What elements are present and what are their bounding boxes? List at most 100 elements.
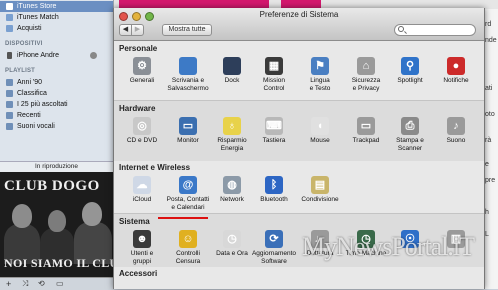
section-accessori: Accessori [114,266,484,289]
pref-pane-label: Aggiornamento Software [251,250,297,265]
eject-icon[interactable] [90,52,97,59]
pref-pane-keyboard[interactable]: ⌨ Tastiera [249,117,299,145]
sharing-folder-icon: ▤ [311,176,329,194]
add-playlist-icon[interactable]: + [6,278,11,290]
pref-pane-speaker[interactable]: ♪ Suono [431,117,481,145]
pref-pane-spotlight[interactable]: ⚲ Spotlight [385,57,435,85]
pref-pane-label: Tastiera [262,137,286,144]
pref-pane-label: Generali [129,77,155,84]
notifications-icon: ● [447,57,465,75]
pref-pane-label: Notifiche [443,77,469,84]
pref-pane-users[interactable]: ☻ Utenti e gruppi [117,230,167,265]
playlist-heading: PLAYLIST [5,68,36,74]
pref-pane-software-update[interactable]: ⟳ Aggiornamento Software [249,230,299,265]
album-title-line2: NOI SIAMO IL CLUB [4,256,113,270]
pref-pane-icloud[interactable]: ☁ iCloud [117,176,167,204]
pref-pane-label: Posta, Contatti e Calendari [166,196,210,211]
pref-pane-label: Condivisione [301,196,339,203]
mission-control-icon: ▦ [265,57,283,75]
sidebar-item-playlist[interactable]: Suoni vocali [0,121,113,132]
devices-heading: DISPOSITIVI [5,41,43,47]
flag-icon: ⚑ [311,57,329,75]
pref-pane-label: Sicurezza e Privacy [351,77,381,92]
section-hardware: Hardware ◎ CD e DVD ▭ Monitor ♁ Risparmio Ener… [114,100,484,161]
watermark: MyNewsPortal.iT [302,232,475,261]
search-input[interactable] [406,25,474,34]
pref-pane-label: Mission Control [262,77,286,92]
search-field[interactable] [394,24,476,36]
pref-pane-cd[interactable]: ◎ CD e DVD [117,117,167,145]
sidebar-item-playlist[interactable]: Recenti [0,110,113,121]
general-icon: ⚙ [133,57,151,75]
dock-icon [223,57,241,75]
users-icon: ☻ [133,230,151,248]
gear-playlist-icon [6,112,13,119]
pref-pane-bluetooth[interactable]: ᛒ Bluetooth [249,176,299,204]
pref-pane-label: Lingua e Testo [309,77,331,92]
pref-pane-label: Controlli Censura [175,250,201,265]
pref-pane-label: Scrivania e Salvaschermo [167,77,209,92]
gear-playlist-icon [6,101,13,108]
pref-pane-flag[interactable]: ⚑ Lingua e Testo [295,57,345,92]
show-all-button[interactable]: Mostra tutte [162,24,212,36]
section-title: Accessori [119,269,158,278]
parental-controls-icon: ☺ [179,230,197,248]
printer-icon: ⎙ [401,117,419,135]
itunes-sidebar-toolbar: + ⤨ ⟲ ▭ [0,277,113,290]
pref-pane-mission-control[interactable]: ▦ Mission Control [249,57,299,92]
repeat-icon[interactable]: ⟲ [38,278,45,290]
software-update-icon: ⟳ [265,230,283,248]
mouse-icon: ◖ [311,117,329,135]
sidebar-item-playlist[interactable]: Classifica [0,88,113,99]
section-title: Personale [119,44,158,53]
pref-pane-monitor[interactable]: ▭ Monitor [163,117,213,145]
pref-pane-printer[interactable]: ⎙ Stampa e Scanner [385,117,435,152]
network-globe-icon: ◍ [223,176,241,194]
pref-pane-general[interactable]: ⚙ Generali [117,57,167,85]
sidebar-item-playlist[interactable]: Anni '90 [0,77,113,88]
pref-pane-mouse[interactable]: ◖ Mouse [295,117,345,145]
cd-icon: ◎ [133,117,151,135]
sidebar-item-acquisti[interactable]: Acquisti [0,23,113,34]
album-title-line1: CLUB DOGO [4,178,100,194]
highlight-underline [158,217,208,219]
pref-pane-label: Suono [446,137,466,144]
pref-pane-house[interactable]: ⌂ Sicurezza e Privacy [341,57,391,92]
shuffle-icon[interactable]: ⤨ [22,278,28,290]
icloud-icon: ☁ [133,176,151,194]
spotlight-icon: ⚲ [401,57,419,75]
iphone-icon [7,52,12,59]
gear-playlist-icon [6,90,13,97]
bluetooth-icon: ᛒ [265,176,283,194]
pref-pane-trackpad[interactable]: ▭ Trackpad [341,117,391,145]
pref-pane-desktop[interactable]: Scrivania e Salvaschermo [163,57,213,92]
pref-pane-parental-controls[interactable]: ☺ Controlli Censura [163,230,213,265]
keyboard-icon: ⌨ [265,117,283,135]
pref-pane-notifications[interactable]: ● Notifiche [431,57,481,85]
pref-pane-label: Spotlight [397,77,423,84]
window-titlebar: Preferenze di Sistema ◀ ▶ Mostra tutte [114,8,484,41]
pref-pane-label: Stampa e Scanner [396,137,424,152]
pref-pane-label: Utenti e gruppi [130,250,154,265]
pref-pane-label: Mouse [310,137,330,144]
store-icon [6,3,13,10]
microphone-playlist-icon [6,123,13,130]
bulb-icon: ♁ [223,117,241,135]
sidebar-item-itunes-store[interactable]: iTunes Store [0,1,113,12]
sidebar-item-itunes-match[interactable]: iTunes Match [0,12,113,23]
sidebar-item-iphone[interactable]: iPhone Andre [0,50,113,61]
at-icon: @ [179,176,197,194]
section-internet-e-wireless: Internet e Wireless ☁ iCloud @ Posta, Contat… [114,160,484,213]
pref-pane-label: Trackpad [352,137,380,144]
sidebar-item-playlist[interactable]: I 25 più ascoltati [0,99,113,110]
album-artwork[interactable]: CLUB DOGO NOI SIAMO IL CLUB [0,172,113,277]
pref-pane-at[interactable]: @ Posta, Contatti e Calendari [163,176,213,211]
monitor-icon: ▭ [179,117,197,135]
download-icon [6,25,13,32]
artwork-toggle-icon[interactable]: ▭ [56,278,64,290]
clock-icon: ◷ [223,230,241,248]
pref-pane-sharing-folder[interactable]: ▤ Condivisione [295,176,345,204]
section-title: Hardware [119,104,156,113]
itunes-sidebar: iTunes Store iTunes Match Acquisti DISPO… [0,0,114,290]
forward-button[interactable]: ▶ [131,24,144,36]
